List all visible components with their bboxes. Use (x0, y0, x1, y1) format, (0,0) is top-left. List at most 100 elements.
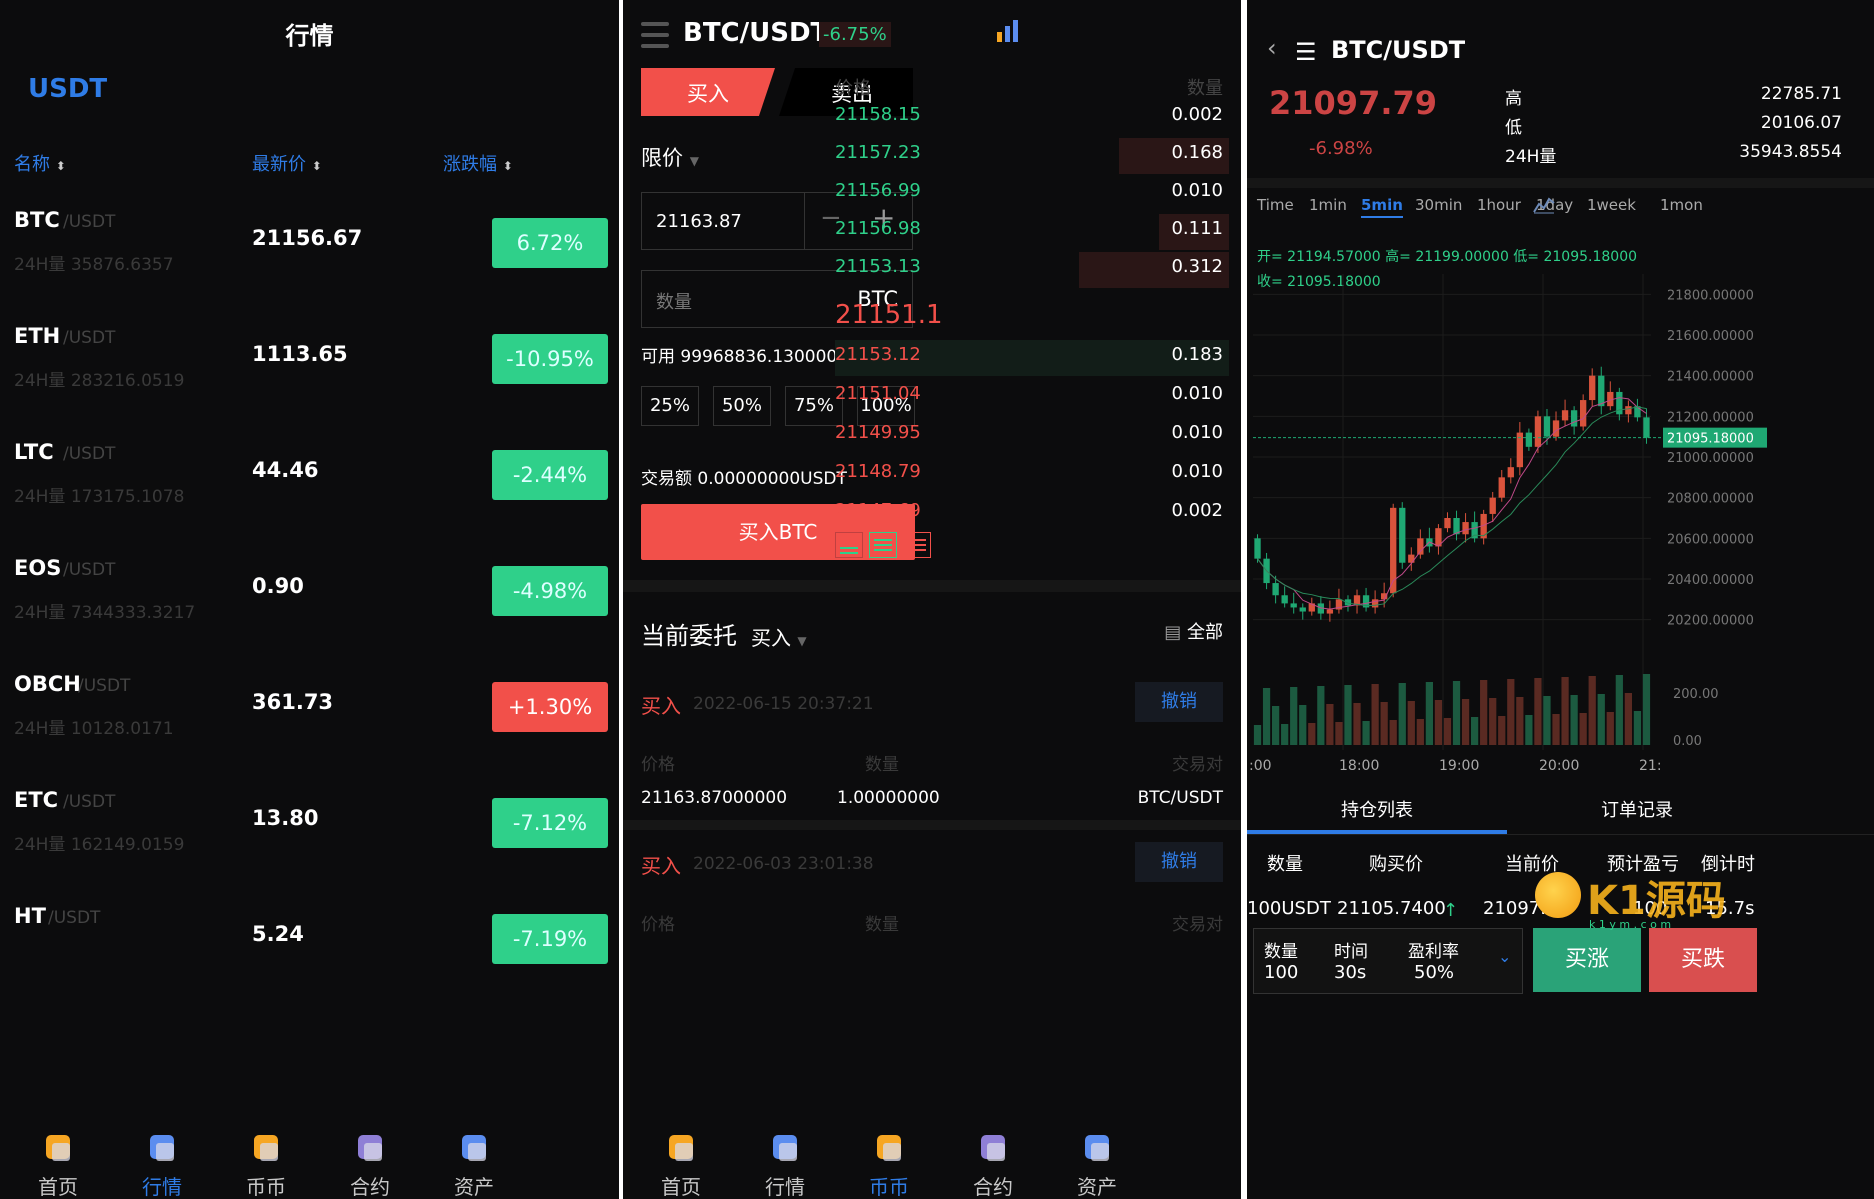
book-asks-icon[interactable] (903, 532, 931, 558)
bid-qty: 0.010 (1171, 383, 1223, 404)
volume-bar (1516, 697, 1524, 745)
market-row[interactable]: LTC/USDT 24H量 173175.1078 44.46 -2.44% (0, 432, 619, 532)
market-row[interactable]: BTC/USDT 24H量 35876.6357 21156.67 6.72% (0, 200, 619, 300)
coin-pair: /USDT (63, 328, 116, 348)
bid-price[interactable]: 21148.79 (835, 461, 921, 482)
bid-price[interactable]: 21147.69 (835, 500, 921, 521)
coin-symbol: ETC (14, 788, 59, 812)
coin-volume: 24H量 173175.1078 (14, 487, 185, 507)
volume-bar (1290, 687, 1298, 745)
volume-bar (1543, 696, 1551, 745)
position-col-header: 数量 (1267, 854, 1303, 875)
sort-price[interactable]: 最新价 ⬍ (252, 150, 322, 176)
pct-button-0[interactable]: 25% (641, 386, 699, 426)
market-row[interactable]: ETC/USDT 24H量 162149.0159 13.80 -7.12% (0, 780, 619, 880)
contract-icon (350, 1129, 390, 1169)
tab-market[interactable]: 行情 (735, 1121, 835, 1199)
chart-bars-icon[interactable] (995, 18, 1021, 42)
y-tick-label: 21200.00000 (1667, 410, 1754, 425)
ask-price[interactable]: 21156.98 (835, 218, 921, 239)
buy-up-button[interactable]: 买涨 (1533, 928, 1641, 992)
volume-bar (1461, 699, 1470, 745)
back-icon[interactable]: ‹ (1267, 34, 1277, 62)
volume-bar (1425, 682, 1434, 745)
candle-body (1462, 522, 1469, 535)
chevron-down-icon[interactable]: ⌄ (1498, 947, 1511, 966)
candle-body (1399, 507, 1406, 563)
candle-body (1534, 416, 1542, 447)
form-time-label: 时间 (1334, 942, 1368, 962)
ask-price[interactable]: 21153.13 (835, 256, 921, 277)
home-icon (661, 1129, 701, 1169)
tab-contract[interactable]: 合约 (320, 1121, 420, 1199)
ask-price[interactable]: 21156.99 (835, 180, 921, 201)
ask-price[interactable]: 21158.15 (835, 104, 921, 125)
book-both-icon[interactable] (835, 532, 863, 558)
volume-tick-label: 0.00 (1673, 734, 1702, 749)
menu-icon[interactable] (641, 22, 669, 48)
order-price-header: 价格 (641, 915, 675, 935)
volume-bar (1371, 684, 1379, 745)
volume-bar (1588, 676, 1596, 745)
watermark-logo-icon (1535, 872, 1581, 918)
order-type-select[interactable]: 限价 ▼ (641, 142, 699, 172)
market-row[interactable]: HT/USDT 5.24 -7.19% (0, 896, 619, 996)
list-menu-icon[interactable]: ☰ (1295, 38, 1317, 66)
market-icon (142, 1129, 182, 1169)
interval-30min[interactable]: 30min (1415, 196, 1462, 214)
market-row[interactable]: EOS/USDT 24H量 7344333.3217 0.90 -4.98% (0, 548, 619, 648)
sort-change[interactable]: 涨跌幅 ⬍ (443, 150, 513, 176)
spot-trade-panel: BTC/USDT -6.75% 买入 卖出 限价 ▼ 21163.87 − + … (623, 0, 1241, 1199)
coin-symbol: BTC (14, 208, 60, 232)
bid-price[interactable]: 21153.12 (835, 344, 921, 365)
volume-bar (1615, 675, 1623, 745)
tab-home[interactable]: 首页 (8, 1121, 108, 1199)
ask-qty: 0.002 (1171, 104, 1223, 125)
book-qty-header: 数量 (1187, 78, 1223, 99)
interval-1mon[interactable]: 1mon (1660, 196, 1703, 214)
cancel-button[interactable]: 撤销 (1135, 682, 1223, 722)
price-input[interactable]: 21163.87 (656, 211, 742, 232)
quote-tab-usdt[interactable]: USDT (28, 74, 107, 104)
form-time-value: 30s (1334, 962, 1367, 983)
order-type-label: 限价 (641, 146, 683, 170)
volume-bar (1480, 680, 1488, 745)
market-row[interactable]: OBCH/USDT 24H量 10128.0171 361.73 +1.30% (0, 664, 619, 764)
volume-bar (1308, 723, 1316, 745)
bid-price[interactable]: 21151.04 (835, 383, 921, 404)
kline-chart[interactable]: 21800.00000 21600.00000 21400.00000 21200.0… (1247, 240, 1874, 780)
interval-1week[interactable]: 1week (1587, 196, 1636, 214)
coin-pair: /USDT (63, 444, 116, 464)
volume-bar (1561, 677, 1569, 745)
tab-order-history[interactable]: 订单记录 (1507, 796, 1767, 822)
interval-1min[interactable]: 1min (1309, 196, 1347, 214)
tab-contract[interactable]: 合约 (943, 1121, 1043, 1199)
orders-filter[interactable]: 买入 ▼ (751, 622, 807, 651)
orders-all[interactable]: ▤ 全部 (1164, 618, 1223, 644)
interval-5min[interactable]: 5min (1361, 196, 1403, 218)
tab-home[interactable]: 首页 (631, 1121, 731, 1199)
tab-spot[interactable]: 币币 (839, 1121, 939, 1199)
tab-spot[interactable]: 币币 (216, 1121, 316, 1199)
ask-price[interactable]: 21157.23 (835, 142, 921, 163)
interval-1hour[interactable]: 1hour (1477, 196, 1521, 214)
book-price-header: 价格 (835, 78, 871, 99)
market-row[interactable]: ETH/USDT 24H量 283216.0519 1113.65 -10.95% (0, 316, 619, 416)
contract-form[interactable]: 数量 100 时间 30s 盈利率 50% ⌄ (1253, 928, 1523, 994)
tab-market[interactable]: 行情 (112, 1121, 212, 1199)
stat-value: 35943.8554 (1739, 142, 1842, 162)
interval-Time[interactable]: Time (1257, 196, 1294, 214)
book-bids-icon[interactable] (869, 532, 897, 558)
coin-symbol: LTC (14, 440, 54, 464)
tab-asset[interactable]: 资产 (424, 1121, 524, 1199)
pct-button-1[interactable]: 50% (713, 386, 771, 426)
indicator-icon[interactable] (1533, 194, 1555, 214)
buy-down-button[interactable]: 买跌 (1649, 928, 1757, 992)
tab-positions[interactable]: 持仓列表 (1247, 796, 1507, 822)
position-col-header: 购买价 (1369, 854, 1423, 875)
tab-asset[interactable]: 资产 (1047, 1121, 1147, 1199)
sort-name[interactable]: 名称 ⬍ (14, 150, 66, 176)
candle-body (1579, 400, 1587, 427)
bid-price[interactable]: 21149.95 (835, 422, 921, 443)
cancel-button[interactable]: 撤销 (1135, 842, 1223, 882)
